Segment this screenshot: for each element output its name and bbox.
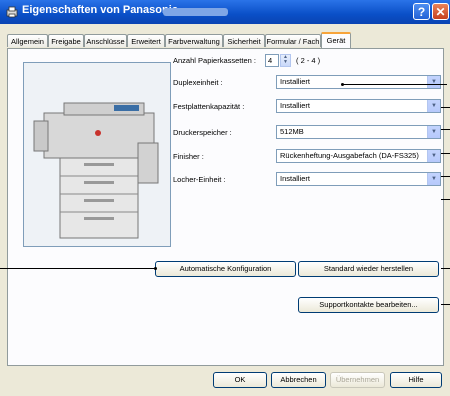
hdd-label: Festplattenkapazität : [173, 102, 245, 111]
finisher-value: Rückenheftung-Ausgabefach (DA-FS325) [280, 151, 419, 160]
help-button[interactable]: ? [413, 3, 430, 20]
paper-trays-stepper[interactable]: ▲ ▼ [280, 54, 291, 67]
close-button[interactable]: ✕ [432, 3, 449, 20]
properties-window: Eigenschaften von Panasonic ? ✕ Allgemei… [0, 0, 450, 396]
copier-illustration [24, 63, 170, 246]
duplex-select[interactable]: Installiert ▼ [276, 75, 441, 89]
redacted-printer-name [163, 8, 228, 16]
printer-icon [6, 6, 18, 18]
duplex-label: Duplexeinheit : [173, 78, 223, 87]
paper-trays-range: ( 2 - 4 ) [296, 56, 321, 65]
memory-select[interactable]: 512MB ▼ [276, 125, 441, 139]
callout-line [441, 129, 450, 130]
duplex-value: Installiert [280, 77, 311, 86]
chevron-down-icon[interactable]: ▼ [427, 100, 440, 112]
tab-freigabe[interactable]: Freigabe [48, 34, 84, 47]
help-footer-button[interactable]: Hilfe [390, 372, 442, 388]
support-contacts-button[interactable]: Supportkontakte bearbeiten... [298, 297, 439, 313]
paper-trays-input[interactable]: 4 [265, 54, 279, 67]
punch-value: Installiert [280, 174, 311, 183]
memory-value: 512MB [280, 127, 304, 136]
memory-label: Druckerspeicher : [173, 128, 232, 137]
paper-trays-label: Anzahl Papierkassetten : [173, 56, 256, 65]
callout-line [441, 199, 450, 200]
apply-button[interactable]: Übernehmen [330, 372, 385, 388]
title-bar: Eigenschaften von Panasonic ? ✕ [0, 0, 450, 24]
callout-line [441, 176, 450, 177]
cancel-button[interactable]: Abbrechen [271, 372, 326, 388]
callout-dot [154, 267, 157, 270]
hdd-select[interactable]: Installiert ▼ [276, 99, 441, 113]
dialog-body: Allgemein Freigabe Anschlüsse Erweitert … [0, 24, 450, 396]
window-title: Eigenschaften von Panasonic [22, 4, 178, 16]
chevron-down-icon[interactable]: ▼ [427, 126, 440, 138]
callout-line [441, 107, 450, 108]
tab-erweitert[interactable]: Erweitert [127, 34, 165, 47]
hdd-value: Installiert [280, 101, 311, 110]
tab-anschluesse[interactable]: Anschlüsse [84, 34, 127, 47]
chevron-down-icon[interactable]: ▼ [427, 150, 440, 162]
device-settings-panel: Anzahl Papierkassetten : 4 ▲ ▼ ( 2 - 4 )… [7, 48, 444, 366]
tab-formular-fach[interactable]: Formular / Fach [265, 34, 321, 47]
chevron-down-icon[interactable]: ▼ [427, 173, 440, 185]
tab-allgemein[interactable]: Allgemein [7, 34, 48, 47]
callout-line [441, 304, 450, 305]
tab-farbverwaltung[interactable]: Farbverwaltung [165, 34, 223, 47]
printer-image [23, 62, 171, 247]
callout-line [0, 268, 156, 269]
punch-select[interactable]: Installiert ▼ [276, 172, 441, 186]
callout-line [343, 84, 447, 85]
callout-line [441, 153, 450, 154]
tab-sicherheit[interactable]: Sicherheit [223, 34, 265, 47]
punch-label: Locher-Einheit : [173, 175, 226, 184]
auto-config-button[interactable]: Automatische Konfiguration [155, 261, 296, 277]
callout-dot [341, 83, 344, 86]
ok-button[interactable]: OK [213, 372, 267, 388]
callout-line [441, 268, 450, 269]
finisher-label: Finisher : [173, 152, 204, 161]
spin-down-icon[interactable]: ▼ [281, 60, 290, 65]
chevron-down-icon[interactable]: ▼ [427, 76, 440, 88]
tab-geraet[interactable]: Gerät [321, 32, 351, 48]
finisher-select[interactable]: Rückenheftung-Ausgabefach (DA-FS325) ▼ [276, 149, 441, 163]
restore-default-button[interactable]: Standard wieder herstellen [298, 261, 439, 277]
